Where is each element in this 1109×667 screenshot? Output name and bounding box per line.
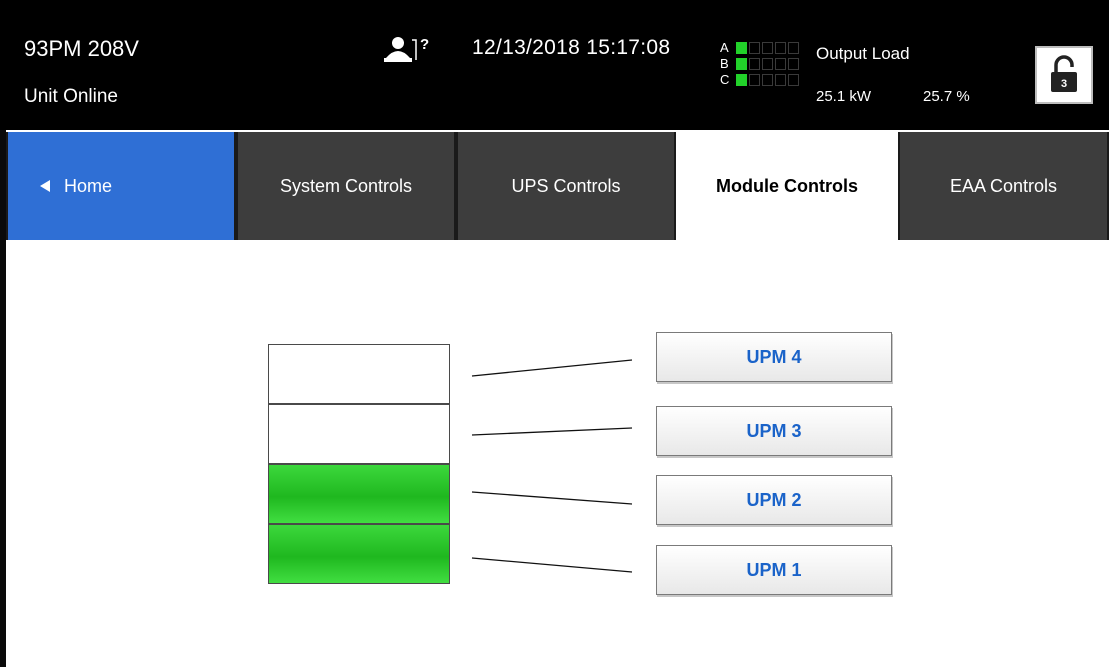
phase-label: B bbox=[720, 56, 729, 71]
tab-bar: Home System Controls UPS Controls Module… bbox=[6, 132, 1109, 240]
upm-2-button[interactable]: UPM 2 bbox=[656, 475, 892, 525]
module-slot-upm-3 bbox=[268, 404, 450, 464]
output-load-kw: 25.1 kW bbox=[816, 88, 872, 105]
output-load-title: Output Load bbox=[816, 44, 910, 63]
phase-bar bbox=[736, 74, 747, 86]
phase-bar bbox=[775, 58, 786, 70]
user-help-icon[interactable]: ? bbox=[382, 34, 440, 64]
phase-label: C bbox=[720, 72, 730, 87]
phase-bar bbox=[788, 58, 799, 70]
phase-bars bbox=[736, 42, 812, 54]
unit-status: Unit Online bbox=[24, 86, 118, 107]
tab-label: EAA Controls bbox=[949, 175, 1058, 196]
phase-bar bbox=[762, 74, 773, 86]
module-slot-upm-4 bbox=[268, 344, 450, 404]
tab-eaa-controls[interactable]: EAA Controls bbox=[898, 132, 1109, 240]
phase-bars bbox=[736, 58, 812, 70]
svg-text:?: ? bbox=[420, 36, 429, 53]
left-arrow-icon bbox=[40, 180, 50, 192]
module-slot-upm-1 bbox=[268, 524, 450, 584]
upm-1-button[interactable]: UPM 1 bbox=[656, 545, 892, 595]
module-controls-panel: UPM 4 UPM 3 UPM 2 UPM 1 bbox=[6, 240, 1109, 667]
tab-ups-controls[interactable]: UPS Controls bbox=[456, 132, 676, 240]
phase-bars bbox=[736, 74, 812, 86]
unlocked-padlock-icon: 3 bbox=[1051, 55, 1077, 92]
phase-bar bbox=[736, 58, 747, 70]
phase-bar bbox=[775, 74, 786, 86]
status-header: 93PM 208V Unit Online ? 12/13/2018 15:17… bbox=[0, 0, 1109, 130]
tab-label: UPS Controls bbox=[511, 175, 621, 196]
connector-lines bbox=[471, 359, 633, 573]
access-level-label: 3 bbox=[1061, 78, 1067, 90]
connector-line bbox=[471, 427, 633, 436]
phase-bar bbox=[736, 42, 747, 54]
lock-button[interactable]: 3 bbox=[1035, 46, 1093, 104]
phase-label: A bbox=[720, 40, 729, 55]
tab-home[interactable]: Home bbox=[6, 132, 236, 240]
tab-label: Module Controls bbox=[716, 175, 858, 196]
phase-bar bbox=[788, 74, 799, 86]
phase-bar bbox=[788, 42, 799, 54]
phase-bar bbox=[762, 42, 773, 54]
phase-bar bbox=[749, 74, 760, 86]
tab-label: Home bbox=[64, 175, 113, 196]
connector-line bbox=[471, 359, 633, 377]
upm-3-button[interactable]: UPM 3 bbox=[656, 406, 892, 456]
tab-module-controls[interactable]: Module Controls bbox=[676, 132, 898, 240]
upm-4-button[interactable]: UPM 4 bbox=[656, 332, 892, 382]
phase-bar bbox=[762, 58, 773, 70]
tab-system-controls[interactable]: System Controls bbox=[236, 132, 456, 240]
phase-bar bbox=[749, 58, 760, 70]
phase-bar bbox=[749, 42, 760, 54]
connector-line bbox=[471, 557, 633, 573]
output-load-percent: 25.7 % bbox=[923, 88, 970, 105]
date-time: 12/13/2018 15:17:08 bbox=[472, 36, 671, 59]
ups-model: 93PM 208V bbox=[24, 36, 139, 61]
connector-line bbox=[471, 491, 633, 505]
module-slot-upm-2 bbox=[268, 464, 450, 524]
tab-label: System Controls bbox=[279, 175, 413, 196]
phase-bar bbox=[775, 42, 786, 54]
